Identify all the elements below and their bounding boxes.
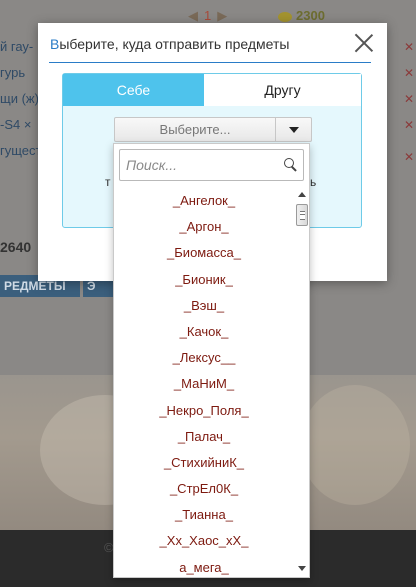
dropdown-option[interactable]: _Биомасса_ [114,240,294,266]
pager-next-icon: ▶ [217,8,228,23]
coin-balance: 2300 [278,8,325,23]
background-list-item: й гау- [0,39,34,54]
coin-amount: 2300 [296,8,325,23]
pager-prev-icon: ◀ [188,8,198,23]
tab-friend[interactable]: Другу [204,74,361,106]
background-list-item: гущест [0,143,40,158]
scrollbar-track[interactable] [295,202,309,562]
hint-text-left: т [105,175,111,189]
scroll-down-icon[interactable] [298,566,306,571]
dialog-title-text: ыберите, куда отправить предметы [59,36,290,52]
dropdown-option[interactable]: _Некро_Поля_ [114,398,294,424]
pager-current: 1 [204,8,212,23]
background-list-item: щи (ж) [0,91,39,106]
title-divider [49,62,371,63]
scroll-up-icon[interactable] [298,192,306,197]
dropdown-option[interactable]: _Бионик_ [114,267,294,293]
remove-icon: ✕ [404,92,415,106]
tab-self[interactable]: Себе [63,74,204,106]
pager: ◀ 1 ▶ [188,8,227,24]
recipient-dropdown: _Ангелок_ _Аргон_ _Биомасса_ _Бионик_ _В… [113,143,310,578]
dropdown-option[interactable]: а_мега_ [114,555,294,581]
dropdown-option[interactable]: _МаНиМ_ [114,371,294,397]
remove-icon: ✕ [404,40,415,54]
close-icon[interactable] [354,33,374,53]
remove-icon: ✕ [404,66,415,80]
background-list-item: -S4 × [0,117,32,132]
scrollbar-thumb[interactable] [296,204,308,226]
dropdown-option[interactable]: _Вэш_ [114,293,294,319]
dropdown-option[interactable]: _Хх_Хаос_хХ_ [114,528,294,554]
remove-icon: ✕ [404,150,415,164]
background-total: 2640 [0,239,32,255]
dropdown-option[interactable]: _Ангелок_ [114,188,294,214]
dropdown-option[interactable]: _СтихийниК_ [114,450,294,476]
background-item-list: й гау- гурь щи (ж) -S4 × гущест [0,34,40,164]
dropdown-option[interactable]: _Аргон_ [114,214,294,240]
option-list: _Ангелок_ _Аргон_ _Биомасса_ _Бионик_ _В… [114,188,294,581]
scrollbar[interactable] [295,188,309,577]
recipient-select[interactable]: Выберите... [114,117,276,142]
search-box [119,149,304,181]
remove-icon: ✕ [404,118,415,132]
dropdown-option[interactable]: _Лексус__ [114,345,294,371]
coin-icon [278,11,292,22]
search-icon[interactable] [284,158,298,172]
dialog-title-initial: В [50,36,60,52]
dropdown-option[interactable]: _Тианна_ [114,502,294,528]
dropdown-option[interactable]: _СтрЕл0К_ [114,476,294,502]
background-list-item: гурь [0,65,26,80]
dropdown-option[interactable]: _Качок_ [114,319,294,345]
chevron-down-icon[interactable] [276,117,312,142]
dialog-title: Выберите, куда отправить предметы [50,36,289,52]
search-input[interactable] [126,154,276,176]
hint-text-right: ь [310,175,317,189]
dropdown-option[interactable]: _Палач_ [114,424,294,450]
